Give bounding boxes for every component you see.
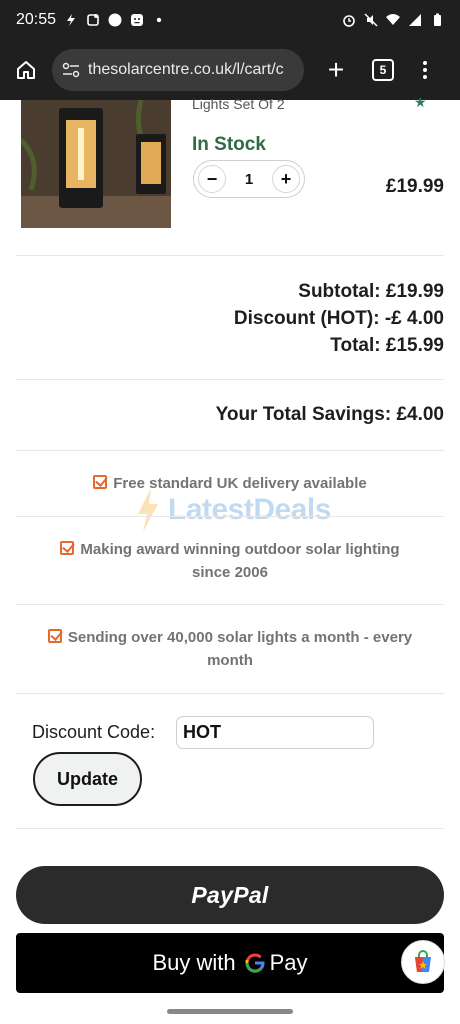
benefit-award: Making award winning outdoor solar light… (40, 538, 420, 584)
browser-toolbar: thesolarcentre.co.uk/l/cart/c + 5 (0, 40, 460, 100)
checkbox-icon (93, 475, 108, 489)
home-button[interactable] (10, 54, 42, 86)
google-g-icon (245, 953, 265, 973)
discount-row: Discount (HOT): -£ 4.00 (233, 308, 444, 329)
divider (16, 450, 444, 451)
benefit-volume: Sending over 40,000 solar lights a month… (40, 626, 420, 672)
mute-icon (364, 13, 378, 27)
paypal-label: PayPal (191, 881, 269, 908)
quantity-stepper[interactable]: − 1 + (193, 160, 305, 198)
total-savings: Your Total Savings: £4.00 (215, 404, 444, 425)
site-info-icon[interactable] (62, 62, 80, 78)
paypal-button[interactable]: PayPal (16, 866, 444, 924)
product-image[interactable] (21, 100, 171, 228)
watermark-text: LatestDeals (168, 493, 331, 526)
tab-count: 5 (379, 63, 387, 77)
circle-icon (108, 13, 122, 27)
lantern-photo (21, 100, 171, 228)
discount-code-input[interactable] (176, 716, 374, 749)
subtotal-row: Subtotal: £19.99 (298, 281, 444, 302)
quantity-value: 1 (244, 170, 254, 188)
checkbox-icon (47, 629, 62, 643)
status-time: 20:55 (16, 11, 57, 28)
more-vert-icon[interactable] (420, 61, 430, 79)
update-button[interactable]: Update (33, 752, 142, 806)
cart-page: Lights Set Of 2 ★ In Stock − 1 + £19.99 … (0, 94, 460, 1024)
notification-icon (87, 14, 99, 26)
flash-icon (67, 14, 76, 26)
tab-switcher-button[interactable]: 5 (372, 59, 394, 81)
divider (16, 516, 444, 517)
divider (16, 255, 444, 256)
wifi-icon (386, 14, 400, 25)
google-pay-button[interactable]: Buy with Pay (16, 933, 444, 993)
plus-icon: + (327, 54, 345, 85)
decrement-button[interactable]: − (198, 165, 226, 193)
address-bar[interactable]: thesolarcentre.co.uk/l/cart/c (52, 49, 304, 91)
home-icon (17, 61, 35, 79)
gesture-bar (167, 1009, 293, 1014)
divider (16, 379, 444, 380)
signal-icon (409, 14, 421, 26)
item-price: £19.99 (385, 176, 444, 197)
star-icon: ★ (414, 94, 427, 110)
watermark-logo: LatestDeals (136, 488, 331, 532)
checkbox-icon (60, 541, 75, 555)
cart-shop-icon (415, 950, 431, 972)
total-row: Total: £15.99 (330, 335, 444, 356)
url-text: thesolarcentre.co.uk/l/cart/c (88, 61, 284, 78)
bolt-icon (138, 488, 158, 532)
discount-code-label: Discount Code: (32, 722, 156, 742)
cart-shop-button[interactable] (401, 940, 445, 984)
status-bar: 20:55 (0, 0, 460, 40)
new-tab-button[interactable]: + (320, 54, 352, 86)
product-title[interactable]: Lights Set Of 2 (192, 96, 285, 112)
alarm-icon (343, 15, 355, 27)
order-totals: Subtotal: £19.99 Discount (HOT): -£ 4.00… (234, 278, 444, 359)
divider (16, 693, 444, 694)
face-icon (131, 14, 144, 26)
gpay-prefix: Buy with (152, 950, 236, 975)
stock-status: In Stock (192, 134, 266, 155)
dot-icon (156, 17, 162, 23)
battery-icon (434, 13, 441, 26)
divider (16, 828, 444, 829)
divider (16, 604, 444, 605)
gpay-suffix: Pay (269, 950, 308, 975)
increment-button[interactable]: + (272, 165, 300, 193)
